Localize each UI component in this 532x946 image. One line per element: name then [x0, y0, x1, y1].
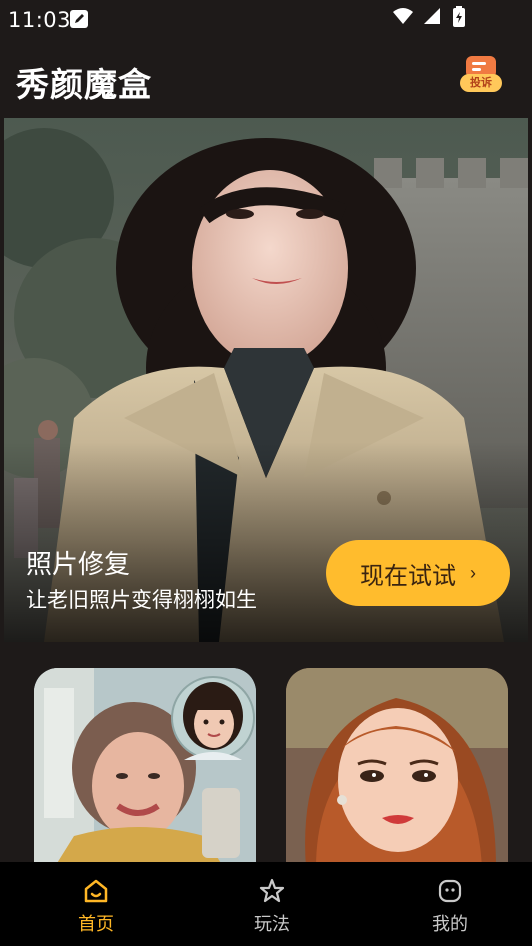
hero-title: 照片修复	[26, 550, 131, 580]
home-icon	[84, 879, 108, 903]
hero-subtitle: 让老旧照片变得栩栩如生	[26, 588, 257, 612]
chevron-right-icon: ›	[470, 562, 476, 583]
grandma-child-image	[34, 668, 256, 868]
battery-icon	[453, 6, 465, 27]
star-icon	[259, 878, 285, 903]
nav-label-play: 玩法	[254, 914, 290, 935]
edit-icon	[70, 10, 88, 28]
try-now-label: 现在试试	[360, 562, 456, 590]
profile-icon	[438, 879, 462, 903]
old-photo-to-child-card[interactable]	[34, 668, 256, 868]
nav-item-mine[interactable]: 我的	[390, 862, 510, 946]
nav-item-home[interactable]: 首页	[36, 862, 156, 946]
cartoon-portrait-card[interactable]	[286, 668, 508, 868]
complaint-label: 投诉	[460, 74, 502, 92]
try-now-button[interactable]: 现在试试 ›	[326, 540, 510, 606]
nav-item-play[interactable]: 玩法	[212, 862, 332, 946]
app-screen: 11:03 秀颜魔盒 投诉 照片修复 让老旧照片变得栩栩如生 现在试试 › 首页…	[0, 0, 532, 946]
nav-label-home: 首页	[78, 914, 114, 935]
app-header: 秀颜魔盒 投诉	[0, 48, 532, 114]
bottom-nav: 首页 玩法 我的	[0, 862, 532, 946]
status-bar: 11:03	[0, 0, 532, 40]
signal-icon	[424, 8, 440, 24]
photo-restore-banner[interactable]: 照片修复 让老旧照片变得栩栩如生 现在试试 ›	[4, 118, 528, 642]
cartoon-girl-image	[286, 668, 508, 868]
complaint-button[interactable]: 投诉	[460, 56, 504, 96]
status-time: 11:03	[8, 8, 72, 32]
nav-label-mine: 我的	[432, 914, 468, 935]
app-title: 秀颜魔盒	[16, 65, 152, 104]
wifi-icon	[393, 8, 413, 24]
